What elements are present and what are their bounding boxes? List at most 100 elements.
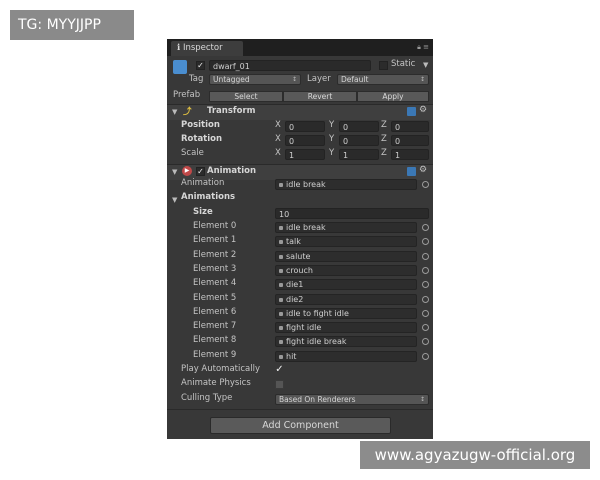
clip-icon bbox=[279, 183, 283, 187]
position-x-field[interactable]: 0 bbox=[285, 121, 325, 132]
object-picker-icon[interactable] bbox=[422, 295, 429, 303]
prefab-select-button[interactable]: Select bbox=[209, 91, 283, 102]
element-label: Element 7 bbox=[193, 321, 237, 332]
transform-title: Transform bbox=[207, 106, 256, 116]
object-picker-icon[interactable] bbox=[422, 238, 429, 246]
axis-z-label: Z bbox=[381, 120, 387, 130]
object-picker-icon[interactable] bbox=[422, 352, 429, 360]
axis-x-label: X bbox=[275, 120, 281, 130]
add-component-button[interactable]: Add Component bbox=[210, 417, 391, 434]
clip-icon bbox=[279, 326, 283, 331]
gameobject-name-field[interactable]: dwarf_01 bbox=[209, 60, 371, 71]
foldout-arrow-icon[interactable]: ▼ bbox=[172, 108, 177, 116]
element-clip-value: die2 bbox=[286, 294, 304, 304]
foldout-arrow-icon[interactable]: ▼ bbox=[172, 168, 177, 176]
culling-type-dropdown[interactable]: Based On Renderers ↕ bbox=[275, 394, 429, 405]
element-clip-field[interactable]: hit bbox=[275, 350, 417, 362]
rotation-z-field[interactable]: 0 bbox=[391, 135, 429, 146]
object-picker-icon[interactable] bbox=[422, 181, 429, 188]
element-label: Element 8 bbox=[193, 335, 237, 346]
transform-axis-icon: ⤴ bbox=[183, 107, 192, 117]
play-automatically-checkbox[interactable]: ✓ bbox=[275, 365, 284, 375]
element-clip-field[interactable]: idle to fight idle bbox=[275, 307, 417, 319]
animation-clip-field[interactable]: idle break bbox=[275, 179, 417, 190]
size-field[interactable]: 10 bbox=[275, 208, 429, 219]
element-label: Element 2 bbox=[193, 249, 237, 260]
layer-label-text: Layer bbox=[307, 74, 331, 84]
scale-y-field[interactable]: 1 bbox=[339, 149, 379, 160]
object-picker-icon[interactable] bbox=[422, 324, 429, 332]
element-clip-field[interactable]: idle break bbox=[275, 222, 417, 233]
animate-physics-checkbox[interactable] bbox=[275, 380, 284, 389]
prefab-apply-button[interactable]: Apply bbox=[357, 91, 429, 102]
object-picker-icon[interactable] bbox=[422, 252, 429, 260]
culling-type-value: Based On Renderers bbox=[279, 395, 356, 404]
object-picker-icon[interactable] bbox=[422, 266, 429, 274]
prefab-revert-button[interactable]: Revert bbox=[283, 91, 357, 102]
element-clip-field[interactable]: die1 bbox=[275, 279, 417, 291]
watermark-label: www.agyazugw-official.org bbox=[360, 441, 590, 469]
element-label: Element 5 bbox=[193, 292, 237, 303]
clip-icon bbox=[279, 268, 283, 273]
scale-z-field[interactable]: 1 bbox=[391, 149, 429, 160]
scale-label: Scale bbox=[181, 148, 204, 158]
lock-menu-icon[interactable]: 🔒︎ ≡ bbox=[417, 43, 429, 52]
axis-z-label: Z bbox=[381, 134, 387, 144]
static-checkbox[interactable] bbox=[379, 61, 388, 70]
object-picker-icon[interactable] bbox=[422, 281, 429, 289]
element-clip-value: crouch bbox=[286, 265, 313, 275]
element-label: Element 9 bbox=[193, 349, 237, 360]
position-z-field[interactable]: 0 bbox=[391, 121, 429, 132]
position-y-field[interactable]: 0 bbox=[339, 121, 379, 132]
axis-y-label: Y bbox=[329, 120, 335, 130]
clip-icon bbox=[279, 311, 283, 316]
foldout-arrow-icon[interactable]: ▼ bbox=[172, 196, 177, 204]
element-clip-field[interactable]: fight idle break bbox=[275, 336, 417, 348]
tab-label: Inspector bbox=[182, 43, 223, 53]
layer-value: Default bbox=[341, 75, 369, 84]
element-clip-value: hit bbox=[286, 351, 297, 361]
animation-clip-label: Animation bbox=[181, 178, 225, 188]
tag-value: Untagged bbox=[213, 75, 250, 84]
culling-type-label: Culling Type bbox=[181, 393, 233, 403]
element-clip-field[interactable]: talk bbox=[275, 236, 417, 248]
axis-y-label: Y bbox=[329, 148, 335, 158]
gameobject-cube-icon bbox=[173, 60, 187, 74]
static-dropdown-icon[interactable]: ▼ bbox=[423, 61, 428, 69]
object-picker-icon[interactable] bbox=[422, 224, 429, 231]
element-clip-field[interactable]: fight idle bbox=[275, 322, 417, 334]
size-label: Size bbox=[193, 207, 213, 217]
tag-dropdown[interactable]: Untagged ↕ bbox=[209, 74, 301, 85]
element-label: Element 1 bbox=[193, 235, 237, 246]
clip-icon bbox=[279, 254, 283, 259]
clip-icon bbox=[279, 297, 283, 302]
active-checkbox[interactable]: ✓ bbox=[196, 61, 205, 70]
element-clip-field[interactable]: die2 bbox=[275, 293, 417, 305]
rotation-y-field[interactable]: 0 bbox=[339, 135, 379, 146]
axis-x-label: X bbox=[275, 134, 281, 144]
element-clip-field[interactable]: crouch bbox=[275, 264, 417, 276]
object-picker-icon[interactable] bbox=[422, 309, 429, 317]
position-label: Position bbox=[181, 120, 220, 130]
axis-x-label: X bbox=[275, 148, 281, 158]
object-picker-icon[interactable] bbox=[422, 338, 429, 346]
element-clip-field[interactable]: salute bbox=[275, 250, 417, 262]
play-automatically-label: Play Automatically bbox=[181, 364, 260, 374]
layer-dropdown[interactable]: Default ↕ bbox=[337, 74, 429, 85]
scale-x-field[interactable]: 1 bbox=[285, 149, 325, 160]
gear-icon[interactable]: ⚙ bbox=[419, 105, 427, 115]
help-book-icon[interactable] bbox=[407, 167, 416, 176]
animation-title: Animation bbox=[207, 166, 257, 176]
dropdown-arrow-icon: ↕ bbox=[291, 76, 297, 83]
element-clip-value: fight idle bbox=[286, 323, 322, 333]
element-label: Element 6 bbox=[193, 306, 237, 317]
help-book-icon[interactable] bbox=[407, 107, 416, 116]
element-label: Element 4 bbox=[193, 278, 237, 289]
animation-enabled-checkbox[interactable]: ✓ bbox=[196, 167, 205, 176]
prefab-label: Prefab bbox=[173, 90, 201, 100]
element-label: Element 3 bbox=[193, 263, 237, 274]
tab-inspector[interactable]: ℹ︎ Inspector bbox=[171, 41, 243, 56]
rotation-x-field[interactable]: 0 bbox=[285, 135, 325, 146]
divider bbox=[167, 409, 433, 410]
gear-icon[interactable]: ⚙ bbox=[419, 165, 427, 175]
